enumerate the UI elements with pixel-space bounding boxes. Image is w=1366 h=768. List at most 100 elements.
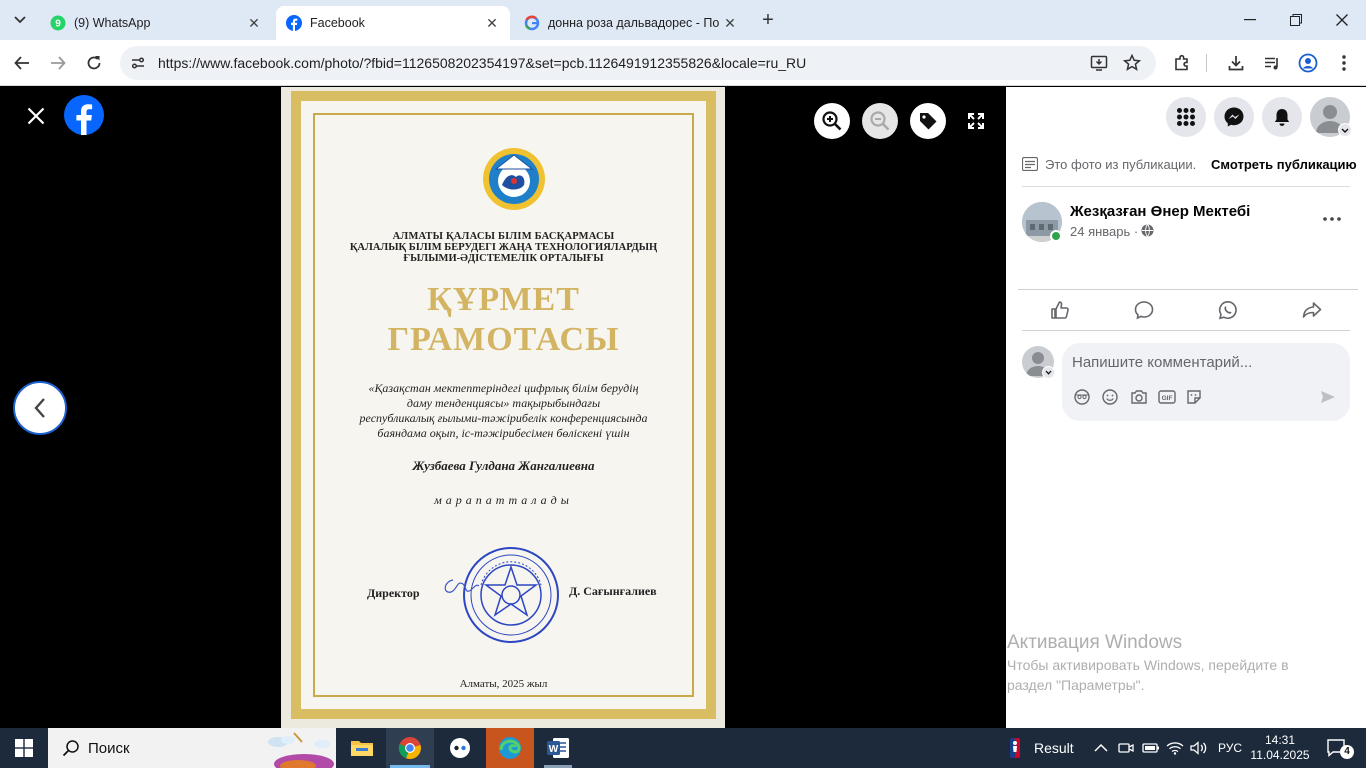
certificate-org-line3: ҒЫЛЫМИ-ӘДІСТЕМЕЛІК ОРТАЛЫҒЫ [403, 253, 604, 264]
post-author-name[interactable]: Жезқазған Өнер Мектебі [1070, 203, 1250, 220]
activation-watermark-line1: Чтобы активировать Windows, перейдите в [1007, 657, 1289, 673]
whatsapp-icon [1218, 300, 1237, 320]
certificate-title-line1: ҚҰРМЕТ [427, 281, 580, 318]
url-text: https://www.facebook.com/photo/?fbid=112… [158, 55, 807, 71]
show-hidden-icons-button[interactable] [1094, 728, 1108, 768]
chevron-down-icon [14, 16, 26, 24]
send-icon[interactable] [1320, 389, 1336, 405]
like-button[interactable] [1042, 297, 1078, 323]
new-tab-button[interactable]: + [756, 8, 780, 32]
battery-button[interactable] [1142, 728, 1160, 768]
certificate-recipient: Жузбаева Гулдана Жангалиевна [412, 458, 595, 473]
notifications-button[interactable] [1262, 97, 1302, 137]
svg-text:9: 9 [55, 19, 61, 30]
edge-button[interactable] [486, 728, 534, 768]
post-date[interactable]: 24 январь · [1070, 224, 1138, 239]
reload-button[interactable] [80, 49, 108, 77]
tab-search-button[interactable] [8, 8, 32, 32]
browser-menu-button[interactable] [1330, 49, 1358, 77]
commenter-avatar-chevron[interactable] [1042, 366, 1055, 379]
close-icon[interactable]: ✕ [484, 15, 500, 32]
profile-button[interactable] [1294, 49, 1322, 77]
more-vertical-icon [1342, 55, 1346, 71]
tab-facebook[interactable]: Facebook ✕ [276, 6, 510, 40]
tag-photo-button[interactable] [910, 103, 946, 139]
emoji-icon[interactable] [1102, 389, 1118, 405]
edge-icon [499, 737, 521, 759]
certificate-border: АЛМАТЫ ҚАЛАСЫ БІЛІМ БАСҚАРМАСЫ ҚАЛАЛЫҚ Б… [291, 91, 716, 719]
zoom-in-button[interactable] [814, 103, 850, 139]
clock-date: 11.04.2025 [1250, 748, 1310, 762]
word-button[interactable]: W [534, 728, 582, 768]
media-controls-button[interactable] [1258, 49, 1286, 77]
downloads-button[interactable] [1222, 49, 1250, 77]
certificate-body-line2: даму тенденциясы» тақырыбындағы [406, 396, 601, 410]
restore-button[interactable] [1284, 8, 1308, 32]
comment-button[interactable] [1126, 297, 1162, 323]
bookmark-star-icon[interactable] [1123, 54, 1141, 72]
close-viewer-button[interactable] [22, 102, 50, 130]
previous-photo-button[interactable] [13, 381, 67, 435]
chrome-button[interactable] [386, 728, 434, 768]
view-post-link[interactable]: Смотреть публикацию [1211, 157, 1357, 172]
tab-label: (9) WhatsApp [74, 16, 151, 30]
back-button[interactable] [8, 49, 36, 77]
comment-input-box[interactable]: Напишите комментарий... GIF [1062, 343, 1350, 421]
extensions-button[interactable] [1168, 49, 1196, 77]
start-button[interactable] [0, 728, 48, 768]
toolbar-divider [1206, 54, 1207, 72]
address-bar[interactable]: https://www.facebook.com/photo/?fbid=112… [120, 46, 1156, 80]
minimize-icon [1244, 19, 1256, 21]
download-icon [1228, 56, 1244, 71]
search-highlight-icon [268, 732, 334, 768]
messenger-icon [1224, 107, 1244, 127]
close-icon[interactable]: ✕ [722, 15, 738, 32]
menu-button[interactable] [1166, 97, 1206, 137]
gif-icon[interactable]: GIF [1158, 389, 1176, 405]
network-button[interactable] [1166, 728, 1184, 768]
messenger-button[interactable] [1214, 97, 1254, 137]
svg-text:GIF: GIF [1162, 395, 1173, 402]
notification-center-button[interactable]: 4 [1320, 728, 1354, 768]
certificate-footer: Алматы, 2025 жыл [459, 678, 548, 690]
whatsapp-share-button[interactable] [1210, 297, 1246, 323]
meet-now-icon-button[interactable] [1118, 728, 1134, 768]
comment-input[interactable]: Напишите комментарий... [1072, 354, 1252, 371]
wifi-icon [1166, 742, 1184, 755]
install-app-icon[interactable] [1090, 54, 1108, 72]
camera-icon [1118, 743, 1134, 753]
svg-text:W: W [549, 744, 559, 755]
zoom-out-button[interactable] [862, 103, 898, 139]
file-explorer-button[interactable] [338, 728, 386, 768]
tab-whatsapp[interactable]: 9 (9) WhatsApp ✕ [40, 6, 272, 40]
signature-icon [444, 579, 480, 593]
fullscreen-button[interactable] [962, 107, 990, 135]
restore-icon [1290, 14, 1302, 26]
input-language-button[interactable]: РУС [1218, 728, 1242, 768]
post-options-button[interactable] [1316, 205, 1348, 233]
close-icon[interactable]: ✕ [246, 15, 262, 32]
camera-icon[interactable] [1130, 389, 1148, 405]
facebook-logo[interactable] [64, 95, 104, 135]
close-window-button[interactable] [1330, 8, 1354, 32]
account-menu-chevron[interactable] [1338, 123, 1352, 137]
sticker-icon[interactable] [1186, 389, 1202, 405]
minimize-button[interactable] [1238, 8, 1262, 32]
certificate-awarded: марапатталады [434, 493, 573, 507]
share-button[interactable] [1294, 297, 1330, 323]
certificate-org-line1: АЛМАТЫ ҚАЛАСЫ БІЛІМ БАСҚАРМАСЫ [392, 231, 615, 242]
forward-button[interactable] [44, 49, 72, 77]
taskbar-search-box[interactable]: Поиск [48, 728, 336, 768]
news-widget[interactable]: Result [1004, 728, 1074, 768]
tab-label: Facebook [310, 16, 365, 30]
avatar-sticker-icon[interactable] [1074, 389, 1090, 405]
music-queue-icon [1265, 57, 1278, 70]
facebook-icon [64, 95, 104, 135]
clock[interactable]: 14:31 11.04.2025 [1250, 728, 1310, 768]
tab-google-search[interactable]: донна роза дальвадорес - По ✕ [514, 6, 748, 40]
fullscreen-icon [968, 113, 984, 129]
site-settings-icon[interactable] [130, 55, 146, 71]
volume-button[interactable] [1190, 728, 1208, 768]
media-app-button[interactable] [436, 728, 484, 768]
share-arrow-icon [1302, 302, 1322, 318]
